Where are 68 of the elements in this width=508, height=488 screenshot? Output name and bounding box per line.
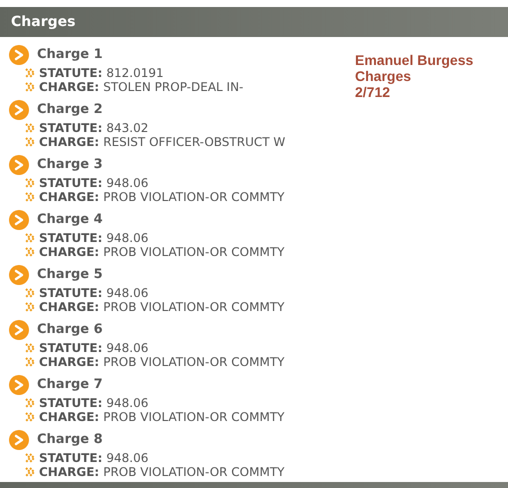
field-label: CHARGE:	[39, 245, 100, 259]
field-value: 948.06	[106, 341, 148, 355]
double-chevron-icon	[25, 302, 36, 312]
charge-title: Charge 7	[37, 376, 103, 394]
double-chevron-icon	[25, 233, 36, 243]
field-label: CHARGE:	[39, 410, 100, 424]
field-label: STATUTE:	[39, 121, 102, 135]
field-value: PROB VIOLATION-OR COMMTY	[103, 245, 284, 259]
field-value: RESIST OFFICER-OBSTRUCT W	[103, 135, 286, 149]
charge-title: Charge 5	[37, 266, 103, 284]
field-label: STATUTE:	[39, 396, 102, 410]
info-text: Charges	[355, 68, 412, 84]
double-chevron-icon	[25, 123, 36, 133]
chevron-circle-icon	[9, 375, 29, 395]
field-value: 948.06	[106, 231, 148, 245]
double-chevron-icon	[25, 247, 36, 257]
field-label: CHARGE:	[39, 190, 100, 204]
field-label: CHARGE:	[39, 135, 100, 149]
double-chevron-icon	[25, 82, 36, 92]
field-value: 948.06	[106, 176, 148, 190]
field-value: PROB VIOLATION-OR COMMTY	[103, 465, 284, 479]
field-value: PROB VIOLATION-OR COMMTY	[103, 410, 284, 424]
chevron-circle-icon	[9, 155, 29, 175]
charge-title: Charge 3	[37, 156, 103, 174]
double-chevron-icon	[25, 467, 36, 477]
field-label: STATUTE:	[39, 341, 102, 355]
double-chevron-icon	[25, 178, 36, 188]
field-value: 843.02	[106, 121, 148, 135]
double-chevron-icon	[25, 453, 36, 463]
field-label: STATUTE:	[39, 286, 102, 300]
field-value: 948.06	[106, 286, 148, 300]
chevron-circle-icon	[9, 430, 29, 450]
field-label: STATUTE:	[39, 176, 102, 190]
chevron-circle-icon	[9, 320, 29, 340]
chevron-circle-icon	[9, 100, 29, 120]
charge-title: Charge 4	[37, 211, 103, 230]
charge-title: Charge 2	[37, 101, 103, 120]
info-text: 2/712	[355, 84, 392, 100]
field-value: 812.0191	[106, 66, 164, 80]
double-chevron-icon	[25, 357, 36, 367]
field-value: 948.06	[106, 451, 148, 465]
field-label: CHARGE:	[39, 80, 100, 94]
charge-title: Charge 8	[37, 431, 103, 450]
chevron-circle-icon	[9, 45, 29, 65]
field-label: CHARGE:	[39, 465, 100, 479]
double-chevron-icon	[25, 68, 36, 78]
chevron-circle-icon	[9, 265, 29, 285]
chevron-circle-icon	[9, 210, 29, 230]
field-value: STOLEN PROP-DEAL IN-	[103, 80, 244, 94]
field-value: PROB VIOLATION-OR COMMTY	[103, 355, 284, 369]
field-value: PROB VIOLATION-OR COMMTY	[103, 190, 284, 204]
double-chevron-icon	[25, 137, 36, 147]
field-value: 948.06	[106, 396, 148, 410]
double-chevron-icon	[25, 288, 36, 298]
field-label: STATUTE:	[39, 231, 102, 245]
double-chevron-icon	[25, 398, 36, 408]
info-text: Emanuel Burgess	[355, 52, 474, 68]
double-chevron-icon	[25, 192, 36, 202]
double-chevron-icon	[25, 412, 36, 422]
field-value: PROB VIOLATION-OR COMMTY	[103, 300, 284, 314]
section-title: Charges	[11, 12, 76, 32]
charge-title: Charge 6	[37, 321, 103, 340]
field-label: CHARGE:	[39, 355, 100, 369]
field-label: STATUTE:	[39, 66, 102, 80]
double-chevron-icon	[25, 343, 36, 353]
field-label: CHARGE:	[39, 300, 100, 314]
charge-title: Charge 1	[37, 46, 103, 64]
field-label: STATUTE:	[39, 451, 102, 465]
